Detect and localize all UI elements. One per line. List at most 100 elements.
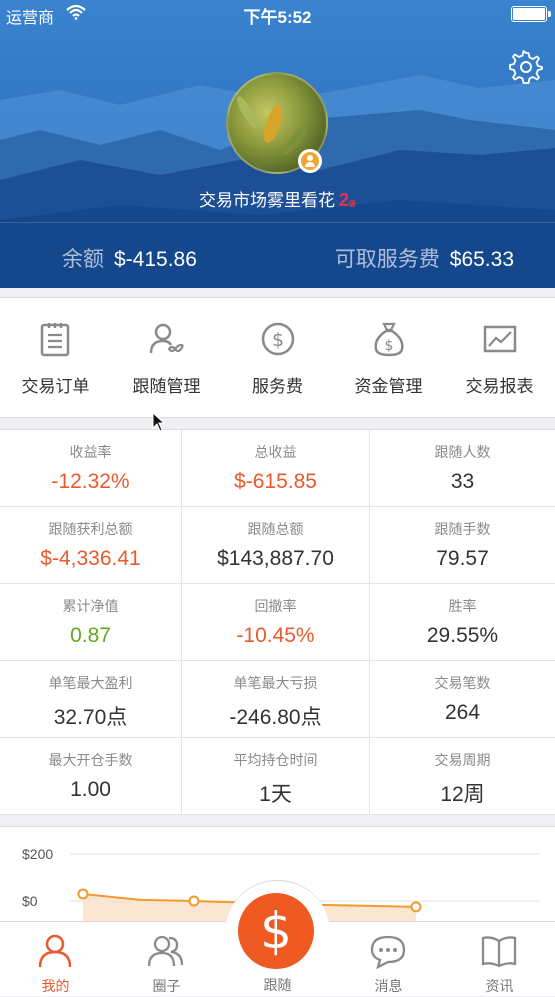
stat-value: $-4,336.41 [40,547,141,570]
chart-y-tick: $200 [22,846,53,862]
stat-label: 累计净值 [62,598,119,614]
fee-label: 可取服务费 [334,248,440,271]
tab-circle[interactable]: 圈子 [111,922,222,997]
clipboard-icon [40,323,70,357]
tab-label: 资讯 [485,978,514,994]
stat-cell: 跟随总额 $143,887.70 [182,507,370,584]
menu-item-label: 交易订单 [21,377,90,396]
chart-y-tick: $0 [22,893,38,909]
balance-value: $-415.86 [114,248,197,271]
stat-cell: 跟随人数 33 [370,430,555,507]
menu-item-orders[interactable]: 交易订单 [0,298,111,419]
profile-header: 运营商 下午5:52 交易市场雾里看花 2级 余额 $-415.86 可取服务费 $6… [0,0,555,288]
stat-value: 33 [450,470,475,493]
stat-cell: 交易笔数 264 [370,661,555,738]
status-bar: 运营商 下午5:52 [0,0,555,30]
stat-cell: 回撤率 -10.45% [182,584,370,661]
status-time: 下午5:52 [243,8,312,27]
stat-cell: 平均持仓时间 1天 [182,738,370,815]
stat-value: 29.55% [426,624,499,647]
user-badge-icon [298,149,322,173]
stat-value: $143,887.70 [217,547,334,570]
stat-label: 跟随总额 [247,521,304,537]
header-divider [0,222,555,223]
book-icon [481,936,517,968]
stat-label: 跟随手数 [434,521,491,537]
users-infinity-icon [149,323,184,354]
menu-item-fund-management[interactable]: $ 资金管理 [333,298,444,419]
stat-label: 最大开仓手数 [48,752,133,768]
line-chart-icon [483,325,517,353]
menu-item-label: 资金管理 [354,377,423,396]
balance: 余额 $-415.86 [62,243,197,273]
username: 交易市场雾里看花 2级 [0,186,555,211]
chart-point [77,888,89,900]
group-icon [148,935,184,967]
stat-label: 单笔最大亏损 [233,675,318,691]
stat-cell: 单笔最大盈利 32.70点 [0,661,182,738]
tab-messages[interactable]: 消息 [333,922,444,997]
stat-label: 回撤率 [254,598,297,614]
stat-value: -10.45% [236,624,315,647]
person-icon [38,934,72,968]
stat-value: 12周 [440,783,485,806]
withdrawable-fee: 可取服务费 $65.33 [335,243,514,273]
stat-label: 收益率 [69,444,112,460]
balance-label: 余额 [62,248,104,271]
stat-value: 1.00 [70,778,111,801]
stat-label: 平均持仓时间 [233,752,318,768]
stat-label: 总收益 [254,444,297,460]
menu-item-label: 跟随管理 [132,377,201,396]
stats-grid: 收益率 -12.32% 总收益 $-615.85 跟随人数 33 跟随获利总额 $-4,336… [0,429,555,815]
tab-label: 消息 [374,978,403,994]
dollar-circle-icon: $ [261,322,295,356]
tab-label: 我的 [41,978,70,994]
menu-item-service-fee[interactable]: $ 服务费 [222,298,333,419]
stat-cell: 交易周期 12周 [370,738,555,815]
stat-cell: 跟随手数 79.57 [370,507,555,584]
fee-value: $65.33 [449,248,514,271]
stat-value: 1天 [259,783,292,806]
stat-value: 0.87 [70,624,111,647]
gear-icon[interactable] [509,50,543,84]
stat-cell: 总收益 $-615.85 [182,430,370,507]
stat-cell: 收益率 -12.32% [0,430,182,507]
follow-dollar-button[interactable]: $ [238,893,314,969]
stat-value: $-615.85 [234,470,317,493]
battery-icon [511,6,551,22]
stat-value: 264 [444,701,481,724]
stat-cell: 累计净值 0.87 [0,584,182,661]
stat-label: 交易周期 [434,752,491,768]
menu-item-trade-report[interactable]: 交易报表 [444,298,555,419]
stat-label: 跟随人数 [434,444,491,460]
tab-mine[interactable]: 我的 [0,922,111,997]
quick-menu: 交易订单 跟随管理 $ 服务费 $ 资金管理 交易报表 [0,297,555,418]
stat-value: -246.80点 [229,706,322,729]
money-bag-icon: $ [374,322,404,357]
stat-label: 交易笔数 [434,675,491,691]
menu-item-label: 交易报表 [465,377,534,396]
stat-cell: 胜率 29.55% [370,584,555,661]
stat-cell: 单笔最大亏损 -246.80点 [182,661,370,738]
stat-label: 胜率 [448,598,477,614]
stat-value: -12.32% [51,470,130,493]
level-badge: 2级 [338,190,356,210]
chart-point [410,901,422,913]
stat-cell: 最大开仓手数 1.00 [0,738,182,815]
chat-bubble-icon [370,935,406,969]
username-text: 交易市场雾里看花 [198,191,335,210]
menu-item-label: 服务费 [252,377,303,396]
chart-point [188,895,200,907]
mouse-cursor-icon [152,412,166,432]
tab-follow-label[interactable]: 跟随 [222,975,333,995]
svg-text:$: $ [385,338,394,354]
tab-label: 圈子 [152,978,181,994]
stat-value: 79.57 [436,547,489,570]
stat-label: 跟随获利总额 [48,521,133,537]
tab-news[interactable]: 资讯 [444,922,555,997]
stat-value: 32.70点 [53,706,128,729]
menu-item-follow-management[interactable]: 跟随管理 [111,298,222,419]
stat-cell: 跟随获利总额 $-4,336.41 [0,507,182,584]
stat-label: 单笔最大盈利 [48,675,133,691]
svg-text:$: $ [272,329,284,351]
